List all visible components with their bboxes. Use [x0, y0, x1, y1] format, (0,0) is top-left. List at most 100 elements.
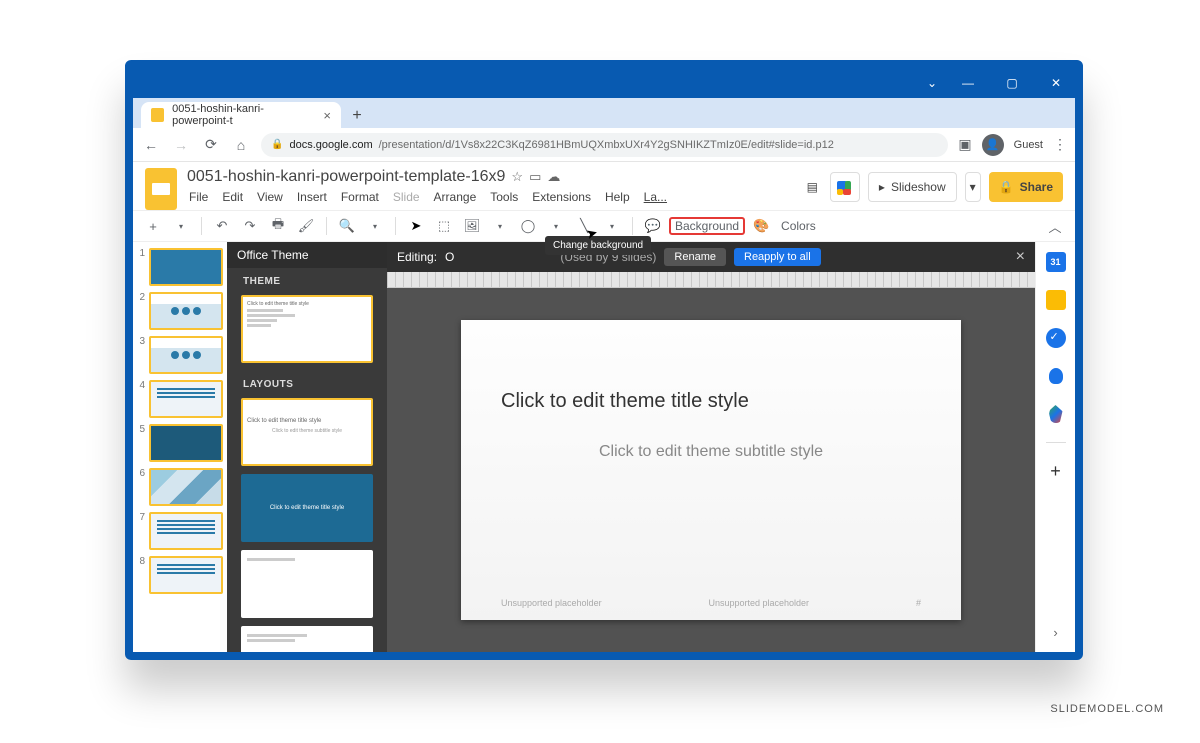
image-dropdown[interactable]: ▾	[488, 214, 512, 238]
slide-thumb[interactable]	[149, 292, 223, 330]
theme-colors-icon[interactable]: 🎨	[749, 214, 773, 238]
close-tab-icon[interactable]: ×	[323, 108, 331, 123]
layout-thumb[interactable]: Click to edit theme title style Click to…	[241, 398, 373, 466]
rename-button[interactable]: Rename	[664, 248, 726, 266]
chevron-down-icon[interactable]: ⌄	[927, 76, 937, 90]
tab-title: 0051-hoshin-kanri-powerpoint-t	[172, 103, 315, 127]
maximize-button[interactable]: ▢	[999, 73, 1025, 93]
slide-panel[interactable]: 1 2 3 4 5 6 7 8	[133, 242, 227, 652]
slide-thumb[interactable]	[149, 380, 223, 418]
calendar-icon[interactable]: 31	[1046, 252, 1066, 272]
shape-tool[interactable]: ◯	[516, 214, 540, 238]
comments-button[interactable]: ▤	[803, 172, 822, 202]
minimize-button[interactable]: —	[955, 73, 981, 93]
add-on-button[interactable]: +	[1046, 461, 1066, 481]
layout-thumb[interactable]	[241, 550, 373, 618]
collapse-toolbar-icon[interactable]: ︿	[1043, 214, 1067, 238]
theme-master-thumb[interactable]: Click to edit theme title style	[241, 295, 373, 363]
menu-slide[interactable]: Slide	[391, 188, 422, 206]
line-dropdown[interactable]: ▾	[600, 214, 624, 238]
close-window-button[interactable]: ✕	[1043, 73, 1069, 93]
paint-format-button[interactable]: 🖌	[294, 214, 318, 238]
slide-thumb[interactable]	[149, 424, 223, 462]
menu-file[interactable]: File	[187, 188, 210, 206]
watermark: SLIDEMODEL.COM	[1050, 703, 1164, 715]
background-button[interactable]: Background	[669, 217, 745, 235]
shape-dropdown[interactable]: ▾	[544, 214, 568, 238]
image-tool[interactable]: 🖼	[460, 214, 484, 238]
kebab-menu-icon[interactable]: ⋮	[1053, 136, 1067, 153]
slide-thumb[interactable]	[149, 556, 223, 594]
move-icon[interactable]: ▭	[529, 169, 541, 185]
url-host: docs.google.com	[289, 139, 372, 151]
new-tab-button[interactable]: +	[345, 104, 369, 128]
browser-window: ⌄ — ▢ ✕ 0051-hoshin-kanri-powerpoint-t ×…	[125, 60, 1083, 660]
menu-extensions[interactable]: Extensions	[530, 188, 593, 206]
slides-favicon	[151, 108, 164, 122]
reload-button[interactable]: ⟳	[201, 135, 221, 155]
url-input[interactable]: 🔒 docs.google.com/presentation/d/1Vs8x22…	[261, 133, 948, 157]
new-slide-dropdown[interactable]: ▾	[169, 214, 193, 238]
redo-button[interactable]: ↷	[238, 214, 262, 238]
textbox-tool[interactable]: ⬚	[432, 214, 456, 238]
slides-logo-icon[interactable]	[145, 168, 177, 210]
work-area: 1 2 3 4 5 6 7 8 Office Theme THEME Click…	[133, 242, 1075, 652]
select-tool[interactable]: ➤	[404, 214, 428, 238]
slide-thumb[interactable]	[149, 248, 223, 286]
meet-button[interactable]	[830, 172, 860, 202]
theme-section-label: THEME	[227, 268, 387, 291]
undo-button[interactable]: ↶	[210, 214, 234, 238]
menu-help[interactable]: Help	[603, 188, 632, 206]
menu-arrange[interactable]: Arrange	[432, 188, 479, 206]
keep-icon[interactable]	[1046, 290, 1066, 310]
slideshow-dropdown[interactable]: ▾	[965, 172, 981, 202]
slide-number: 1	[137, 248, 145, 259]
menu-insert[interactable]: Insert	[295, 188, 329, 206]
slide-number: 8	[137, 556, 145, 567]
document-name[interactable]: 0051-hoshin-kanri-powerpoint-template-16…	[187, 168, 505, 186]
slide-thumb[interactable]	[149, 468, 223, 506]
menu-view[interactable]: View	[255, 188, 285, 206]
ruler[interactable]	[387, 272, 1035, 288]
share-button[interactable]: 🔒 Share	[989, 172, 1063, 202]
footer-left: Unsupported placeholder	[501, 598, 602, 608]
layout-thumb[interactable]: Click to edit theme title style	[241, 474, 373, 542]
print-button[interactable]: 🖶	[266, 214, 290, 238]
collapse-sidepanel-icon[interactable]: ›	[1046, 622, 1066, 642]
home-button[interactable]: ⌂	[231, 135, 251, 155]
star-icon[interactable]: ☆	[511, 169, 523, 185]
tasks-icon[interactable]	[1046, 328, 1066, 348]
close-editor-icon[interactable]: ×	[1016, 248, 1025, 266]
contacts-icon[interactable]	[1046, 366, 1066, 386]
menu-edit[interactable]: Edit	[220, 188, 245, 206]
editing-name: O	[445, 250, 454, 264]
menu-format[interactable]: Format	[339, 188, 381, 206]
browser-tab[interactable]: 0051-hoshin-kanri-powerpoint-t ×	[141, 102, 341, 128]
install-app-icon[interactable]: ▣	[958, 136, 971, 153]
slide-number: 2	[137, 292, 145, 303]
footer-right: #	[916, 598, 921, 608]
subtitle-placeholder[interactable]: Click to edit theme subtitle style	[501, 443, 921, 461]
layout-thumb[interactable]	[241, 626, 373, 652]
new-slide-button[interactable]: +	[141, 214, 165, 238]
menu-last-edit[interactable]: La...	[642, 188, 669, 206]
zoom-button[interactable]: 🔍	[335, 214, 359, 238]
forward-button[interactable]: →	[171, 135, 191, 155]
theme-panel-title: Office Theme	[227, 242, 387, 268]
cloud-status-icon[interactable]: ☁	[547, 169, 560, 185]
comment-tool[interactable]: 💬	[641, 214, 665, 238]
slide-canvas[interactable]: Click to edit theme title style Click to…	[461, 320, 961, 620]
profile-label: Guest	[1014, 139, 1043, 151]
zoom-dropdown[interactable]: ▾	[363, 214, 387, 238]
slide-thumb[interactable]	[149, 336, 223, 374]
profile-avatar[interactable]: 👤	[982, 134, 1004, 156]
back-button[interactable]: ←	[141, 135, 161, 155]
slideshow-button[interactable]: ▸ Slideshow	[868, 172, 957, 202]
address-bar: ← → ⟳ ⌂ 🔒 docs.google.com/presentation/d…	[133, 128, 1075, 162]
title-placeholder[interactable]: Click to edit theme title style	[501, 390, 921, 413]
colors-button[interactable]: Colors	[777, 217, 820, 235]
slide-thumb[interactable]	[149, 512, 223, 550]
menu-tools[interactable]: Tools	[488, 188, 520, 206]
maps-icon[interactable]	[1046, 404, 1066, 424]
reapply-button[interactable]: Reapply to all	[734, 248, 821, 266]
